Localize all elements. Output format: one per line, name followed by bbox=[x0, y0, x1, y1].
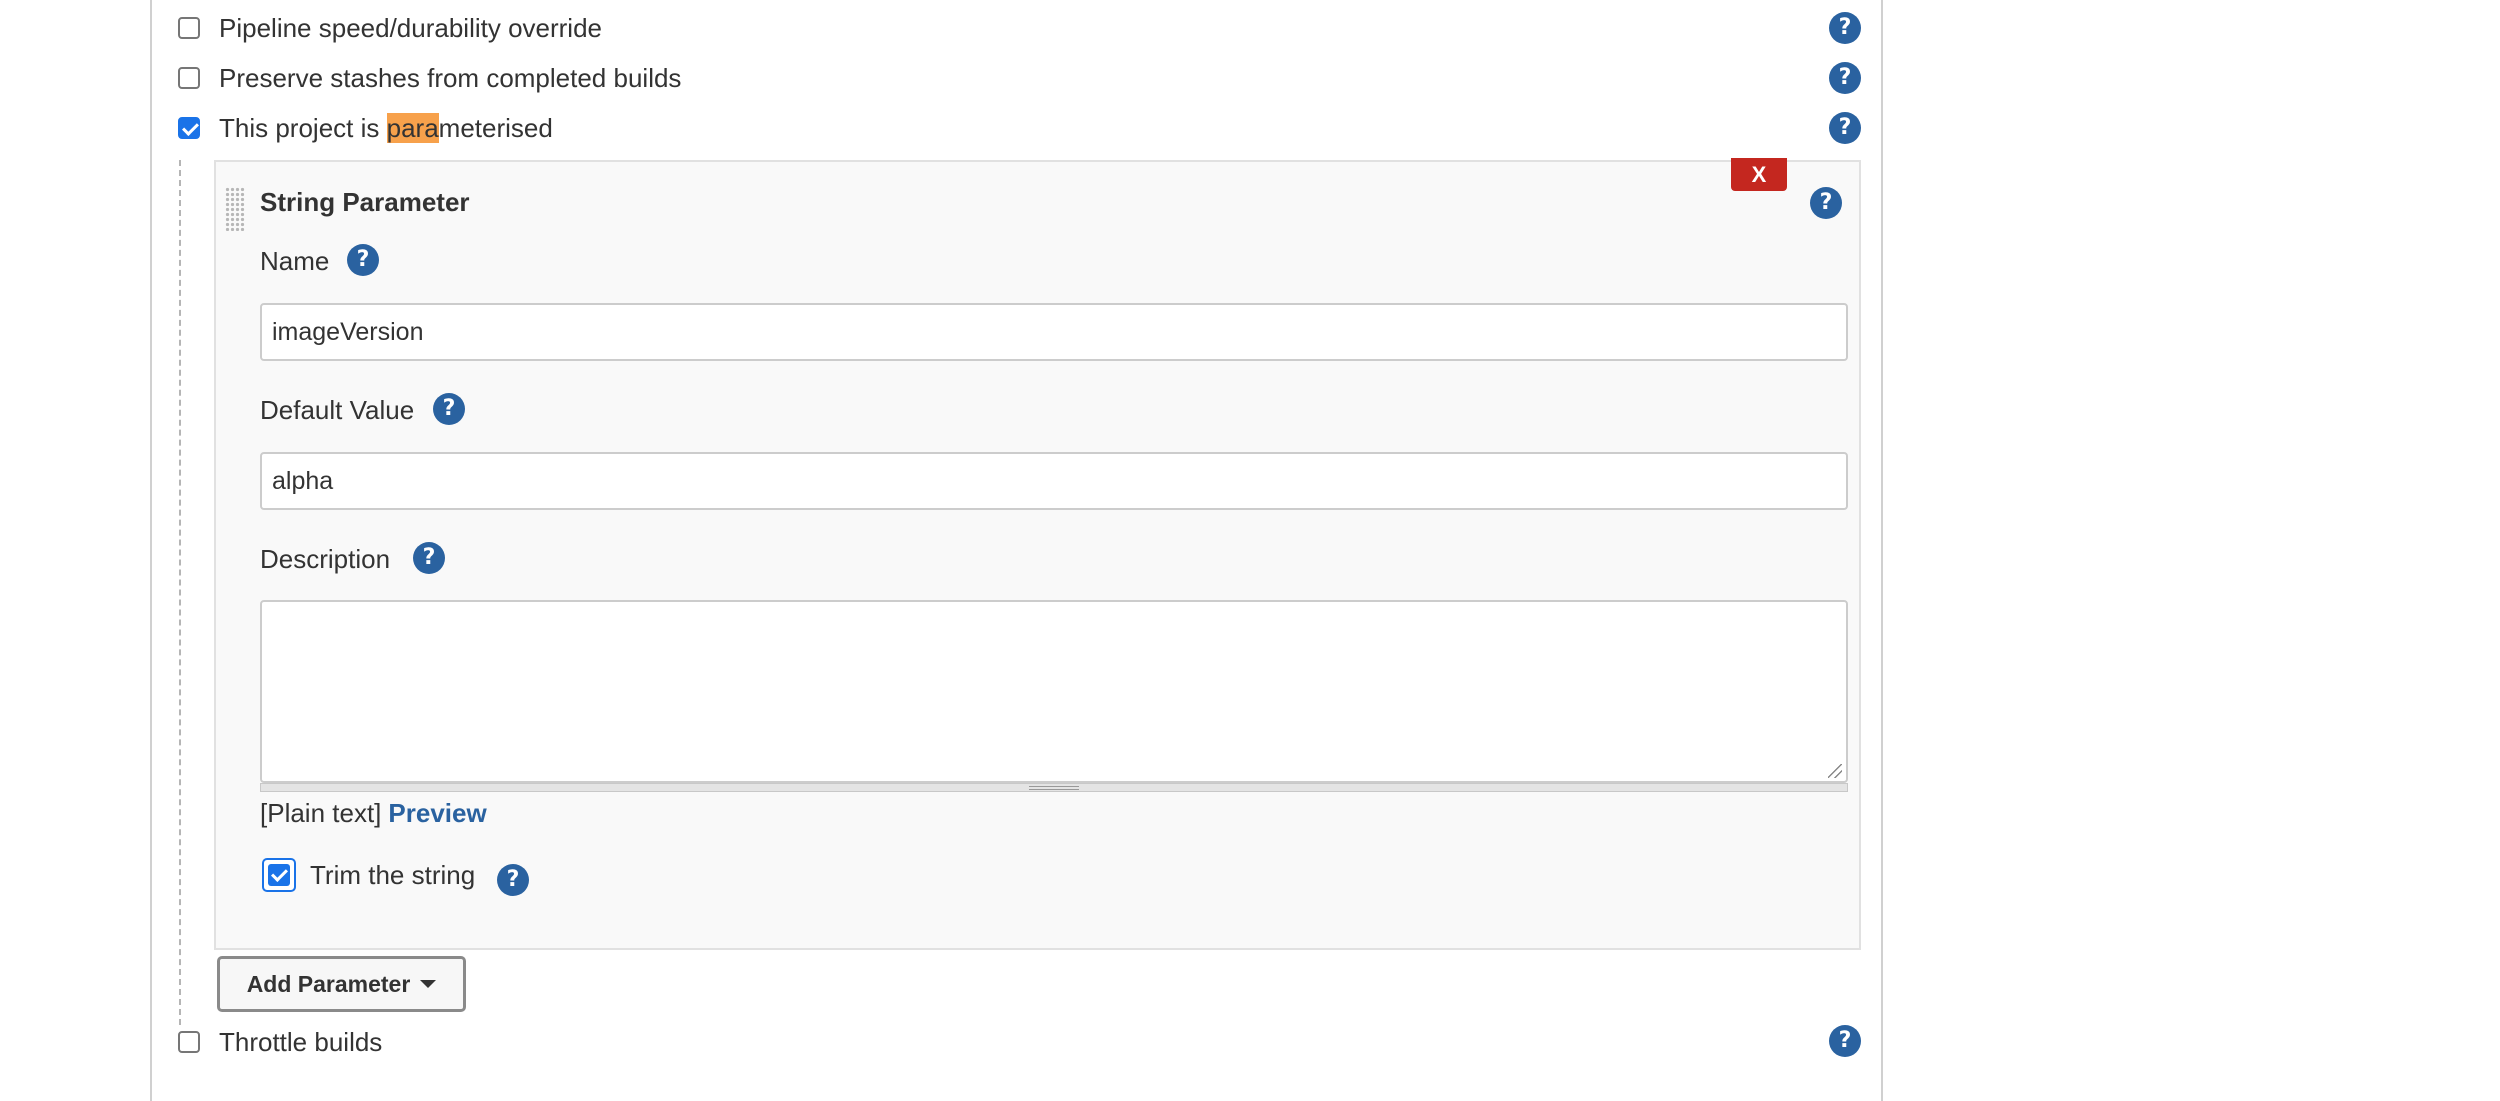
preserve-stashes-label: Preserve stashes from completed builds bbox=[219, 62, 682, 93]
option-throttle-builds[interactable]: Throttle builds bbox=[178, 1022, 382, 1062]
textarea-vertical-resize-handle[interactable] bbox=[260, 783, 1848, 792]
description-textarea[interactable] bbox=[260, 600, 1848, 783]
preview-link[interactable]: Preview bbox=[388, 798, 486, 829]
format-label: [Plain text] bbox=[260, 797, 382, 828]
help-icon[interactable]: ? bbox=[413, 542, 445, 574]
parameterised-checkbox[interactable] bbox=[178, 117, 200, 139]
default-value-label: Default Value bbox=[260, 395, 415, 425]
help-icon[interactable]: ? bbox=[1829, 62, 1861, 94]
throttle-builds-checkbox[interactable] bbox=[178, 1031, 200, 1053]
help-icon[interactable]: ? bbox=[1810, 187, 1842, 219]
pipeline-speed-label: Pipeline speed/durability override bbox=[219, 12, 603, 43]
option-pipeline-speed[interactable]: Pipeline speed/durability override bbox=[178, 8, 602, 48]
description-label: Description bbox=[260, 544, 391, 574]
nested-indent-line bbox=[179, 160, 181, 1025]
resize-corner-icon[interactable] bbox=[1828, 764, 1842, 778]
trim-string-checkbox[interactable] bbox=[262, 858, 296, 892]
caret-down-icon bbox=[420, 980, 437, 988]
throttle-builds-label: Throttle builds bbox=[219, 1026, 383, 1057]
help-icon[interactable]: ? bbox=[1829, 1025, 1861, 1057]
help-icon[interactable]: ? bbox=[1829, 112, 1861, 144]
search-highlight: para bbox=[386, 112, 439, 143]
parameterised-label: This project is parameterised bbox=[219, 112, 553, 143]
string-parameter-title: String Parameter bbox=[260, 187, 470, 217]
option-preserve-stashes[interactable]: Preserve stashes from completed builds bbox=[178, 58, 681, 98]
name-label: Name bbox=[260, 246, 330, 276]
string-parameter-block bbox=[214, 160, 1861, 950]
help-icon[interactable]: ? bbox=[1829, 12, 1861, 44]
grip-icon bbox=[1029, 786, 1079, 790]
text-format-line: [Plain text] Preview bbox=[260, 796, 487, 830]
drag-handle[interactable] bbox=[225, 187, 245, 231]
delete-parameter-button[interactable]: X bbox=[1731, 158, 1787, 191]
trim-string-label: Trim the string bbox=[310, 859, 476, 890]
option-trim-string[interactable]: Trim the string bbox=[262, 855, 475, 895]
help-icon[interactable]: ? bbox=[433, 393, 465, 425]
description-textarea-wrapper bbox=[260, 600, 1848, 792]
help-icon[interactable]: ? bbox=[347, 244, 379, 276]
help-icon[interactable]: ? bbox=[497, 864, 529, 896]
add-parameter-button[interactable]: Add Parameter bbox=[217, 956, 466, 1012]
preserve-stashes-checkbox[interactable] bbox=[178, 67, 200, 89]
pipeline-speed-checkbox[interactable] bbox=[178, 17, 200, 39]
default-value-input[interactable] bbox=[260, 452, 1848, 510]
add-parameter-label: Add Parameter bbox=[246, 970, 411, 997]
option-parameterised[interactable]: This project is parameterised bbox=[178, 108, 553, 148]
name-input[interactable] bbox=[260, 303, 1848, 361]
